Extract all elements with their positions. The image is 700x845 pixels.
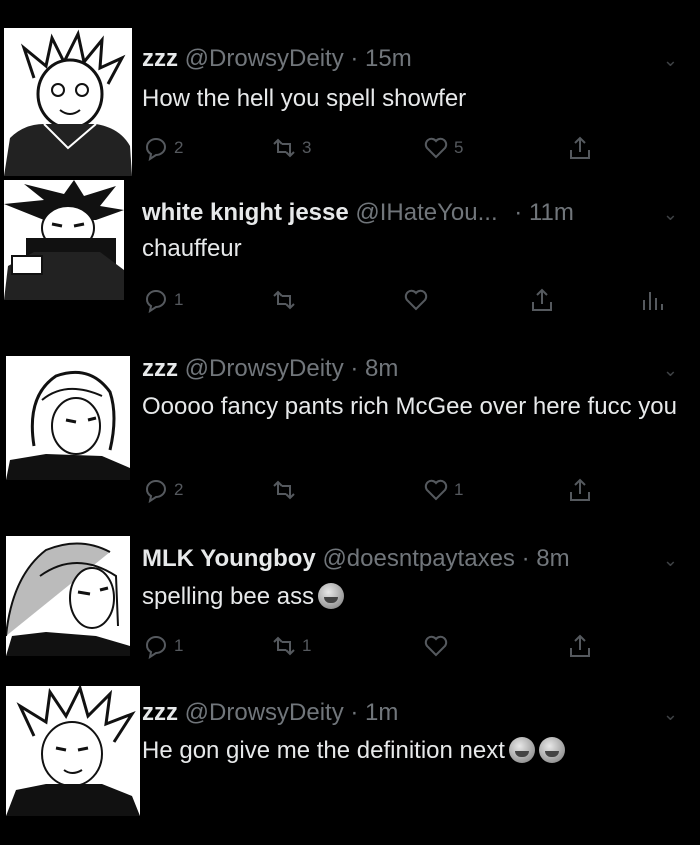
heart-icon [424,479,448,501]
reply-count: 2 [174,138,184,157]
manga-character-avatar [4,28,132,176]
reply-icon [146,480,166,504]
action-bar: 1 1 [142,632,672,660]
reply-icon [146,636,166,660]
like-button[interactable]: 5 [422,134,463,162]
share-icon [570,478,590,501]
tweet-text: Ooooo fancy pants rich McGee over here f… [142,393,677,420]
timestamp[interactable]: · 11m [514,199,574,226]
chevron-down-icon[interactable]: ⌄ [663,50,678,71]
avatar[interactable] [6,356,130,480]
analytics-icon [643,292,663,310]
chevron-down-icon[interactable]: ⌄ [663,550,678,571]
timestamp[interactable]: · 15m [350,45,411,72]
retweet-button[interactable] [270,286,302,314]
reply-button[interactable]: 2 [142,476,183,504]
action-bar: 1 [142,286,672,314]
display-name[interactable]: white knight jesse [142,199,349,226]
display-name[interactable]: MLK Youngboy [142,545,316,572]
like-count: 5 [454,138,464,157]
tweet-body: spelling bee ass [142,580,682,614]
share-icon [570,136,590,159]
manga-character-avatar [6,536,130,656]
retweet-icon [273,480,295,500]
timestamp[interactable]: · 8m [522,545,570,572]
tweet-text: How the hell you spell showfer [142,85,467,112]
tweet[interactable]: white knight jesse @IHateYou... · 11m ⌄ … [0,180,700,330]
tweet[interactable]: zzz @DrowsyDeity · 1m ⌄ He gon give me t… [0,686,700,845]
user-handle[interactable]: @IHateYou... [355,199,497,226]
retweet-count: 1 [302,636,312,655]
like-button[interactable] [422,632,454,660]
chevron-down-icon[interactable]: ⌄ [663,704,678,725]
display-name[interactable]: zzz [142,699,178,726]
retweet-icon [273,636,295,656]
manga-character-avatar [6,686,140,816]
retweet-icon [273,138,295,158]
retweet-count: 3 [302,138,312,157]
heart-icon [424,137,448,159]
share-button[interactable] [566,632,594,660]
avatar[interactable] [4,28,132,176]
like-count: 1 [454,480,464,499]
avatar[interactable] [6,536,130,656]
avatar[interactable] [4,180,124,300]
tweet-header: zzz @DrowsyDeity · 1m [142,698,660,728]
reply-count: 1 [174,636,184,655]
loudly-crying-face-emoji [538,737,565,763]
heart-icon [404,289,428,311]
action-bar: 2 1 [142,476,672,504]
loudly-crying-face-emoji [318,583,345,609]
reply-count: 1 [174,290,184,309]
user-handle[interactable]: @doesntpaytaxes [322,545,514,572]
share-button[interactable] [566,134,594,162]
tweet-text: chauffeur [142,235,242,262]
share-button[interactable] [566,476,594,504]
tweet[interactable]: MLK Youngboy @doesntpaytaxes · 8m ⌄ spel… [0,532,700,672]
retweet-button[interactable]: 3 [270,134,311,162]
user-handle[interactable]: @DrowsyDeity [185,45,344,72]
analytics-button[interactable] [638,286,666,314]
like-button[interactable]: 1 [422,476,463,504]
action-bar: 2 3 5 [142,134,672,162]
user-handle[interactable]: @DrowsyDeity [185,699,344,726]
loudly-crying-face-emoji [508,737,535,763]
reply-icon [146,290,166,314]
manga-character-avatar [6,356,130,480]
heart-icon [424,635,448,657]
timestamp[interactable]: · 8m [350,355,398,382]
tweet-header: MLK Youngboy @doesntpaytaxes · 8m [142,544,660,574]
tweet-body: He gon give me the definition next [142,734,682,768]
reply-button[interactable]: 2 [142,134,183,162]
tweet[interactable]: zzz @DrowsyDeity · 8m ⌄ Ooooo fancy pant… [0,340,700,520]
tweet-text: spelling bee ass [142,583,315,610]
reply-icon [146,138,166,162]
tweet-text: He gon give me the definition next [142,737,505,764]
tweet-header: zzz @DrowsyDeity · 8m [142,354,660,384]
display-name[interactable]: zzz [142,45,178,72]
share-icon [532,288,552,311]
avatar[interactable] [6,686,140,816]
reply-count: 2 [174,480,184,499]
display-name[interactable]: zzz [142,355,178,382]
user-handle[interactable]: @DrowsyDeity [185,355,344,382]
retweet-button[interactable] [270,476,302,504]
chevron-down-icon[interactable]: ⌄ [663,204,678,225]
tweet[interactable]: zzz @DrowsyDeity · 15m ⌄ How the hell yo… [0,22,700,176]
timestamp[interactable]: · 1m [350,699,398,726]
tweet-header: white knight jesse @IHateYou... · 11m [142,198,660,228]
reply-button[interactable]: 1 [142,632,183,660]
chevron-down-icon[interactable]: ⌄ [663,360,678,381]
retweet-icon [273,290,295,310]
tweet-header: zzz @DrowsyDeity · 15m [142,44,660,74]
retweet-button[interactable]: 1 [270,632,311,660]
like-button[interactable] [402,286,434,314]
manga-character-avatar [4,180,124,300]
share-button[interactable] [528,286,556,314]
share-icon [570,634,590,657]
reply-button[interactable]: 1 [142,286,183,314]
